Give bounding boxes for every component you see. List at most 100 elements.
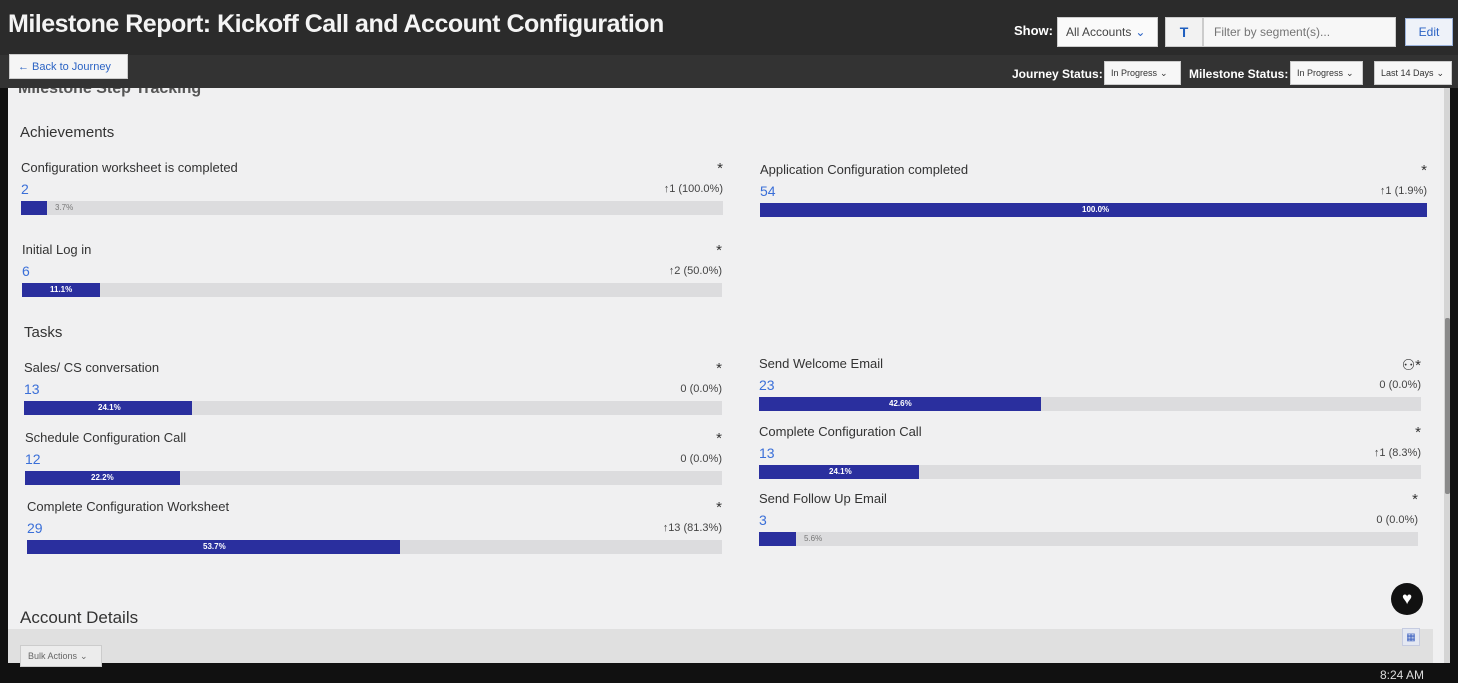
metric-card[interactable]: Sales/ CS conversation * 13 0 (0.0%) 24.… xyxy=(24,360,722,420)
chevron-down-icon: ⌄ xyxy=(1160,67,1168,78)
metric-label: Initial Log in xyxy=(22,242,92,257)
progress-track: 5.6% xyxy=(759,532,1418,546)
metric-value[interactable]: 13 xyxy=(759,445,775,461)
metric-change: 0 (0.0%) xyxy=(1379,379,1421,391)
metric-label: Send Follow Up Email xyxy=(759,491,887,506)
edit-button[interactable]: Edit xyxy=(1405,18,1453,46)
metric-change: 0 (0.0%) xyxy=(1376,514,1418,526)
journey-status-value: In Progress xyxy=(1111,68,1158,78)
show-label: Show: xyxy=(1014,23,1053,38)
accounts-select[interactable]: All Accounts ⌄ xyxy=(1057,17,1158,47)
metric-card[interactable]: Complete Configuration Worksheet * 29 ↑1… xyxy=(27,499,722,559)
filter-button[interactable]: T xyxy=(1165,17,1203,47)
asterisk-icon: * xyxy=(716,499,722,516)
report-content: Milestone Step Tracking Achievements Con… xyxy=(8,88,1444,663)
progress-percent: 3.7% xyxy=(55,203,74,212)
progress-percent: 11.1% xyxy=(50,285,73,294)
scrollbar-thumb[interactable] xyxy=(1445,318,1450,494)
bulk-actions-label: Bulk Actions xyxy=(28,651,78,661)
account-details-heading: Account Details xyxy=(20,608,139,627)
progress-track: 42.6% xyxy=(759,397,1421,411)
date-range-value: Last 14 Days xyxy=(1381,68,1434,78)
metric-card[interactable]: Send Welcome Email ⚇* 23 0 (0.0%) 42.6% xyxy=(759,356,1421,416)
progress-track: 3.7% xyxy=(21,201,723,215)
metric-label: Schedule Configuration Call xyxy=(25,430,187,445)
asterisk-icon: * xyxy=(1415,424,1421,441)
metric-value[interactable]: 2 xyxy=(21,181,29,197)
metric-card[interactable]: Schedule Configuration Call * 12 0 (0.0%… xyxy=(25,430,722,490)
progress-percent: 53.7% xyxy=(203,542,226,551)
progress-track: 24.1% xyxy=(24,401,722,415)
back-to-journey-button[interactable]: ← Back to Journey xyxy=(9,54,128,79)
progress-fill xyxy=(759,532,796,546)
metric-label: Complete Configuration Call xyxy=(759,424,922,439)
progress-fill xyxy=(21,201,47,215)
columns-icon[interactable]: ▦ xyxy=(1402,628,1420,646)
progress-track: 53.7% xyxy=(27,540,722,554)
progress-track: 22.2% xyxy=(25,471,722,485)
progress-percent: 5.6% xyxy=(804,534,823,543)
app-window: Milestone Report: Kickoff Call and Accou… xyxy=(0,0,1458,683)
metric-label: Sales/ CS conversation xyxy=(24,360,160,375)
metric-change: ↑1 (1.9%) xyxy=(1379,185,1427,197)
chevron-down-icon: ⌄ xyxy=(80,650,88,661)
metric-value[interactable]: 13 xyxy=(24,381,40,397)
tasks-heading: Tasks xyxy=(24,324,63,341)
top-header: Milestone Report: Kickoff Call and Accou… xyxy=(0,0,1458,55)
metric-value[interactable]: 23 xyxy=(759,377,775,393)
metric-change: 0 (0.0%) xyxy=(680,383,722,395)
milestone-status-value: In Progress xyxy=(1297,68,1344,78)
asterisk-icon: * xyxy=(717,160,723,177)
bulk-actions-button[interactable]: Bulk Actions ⌄ xyxy=(20,645,102,667)
metric-card[interactable]: Configuration worksheet is completed * 2… xyxy=(21,160,723,220)
asterisk-icon: * xyxy=(716,242,722,259)
metric-value[interactable]: 29 xyxy=(27,520,43,536)
metric-value[interactable]: 12 xyxy=(25,451,41,467)
asterisk-icon: * xyxy=(716,430,722,447)
metric-card[interactable]: Application Configuration completed * 54… xyxy=(760,162,1427,222)
filter-icon: T xyxy=(1179,24,1189,40)
metric-label: Send Welcome Email xyxy=(759,356,884,371)
journey-status-label: Journey Status: xyxy=(1012,67,1103,81)
metric-label: Configuration worksheet is completed xyxy=(21,160,238,175)
heart-icon[interactable]: ♥ xyxy=(1391,583,1423,615)
metric-value[interactable]: 54 xyxy=(760,183,776,199)
metric-change: 0 (0.0%) xyxy=(680,453,722,465)
chevron-down-icon: ⌄ xyxy=(1135,25,1146,39)
asterisk-icon: * xyxy=(1412,491,1418,508)
segment-filter-input[interactable] xyxy=(1203,17,1396,47)
hierarchy-asterisk-icon: ⚇* xyxy=(1401,357,1421,374)
metric-value[interactable]: 3 xyxy=(759,512,767,528)
account-details-toolbar xyxy=(8,629,1433,663)
progress-percent: 24.1% xyxy=(829,467,852,476)
metric-label: Application Configuration completed xyxy=(760,162,969,177)
asterisk-icon: * xyxy=(716,360,722,377)
metric-card[interactable]: Send Follow Up Email * 3 0 (0.0%) 5.6% xyxy=(759,491,1418,551)
metric-change: ↑1 (100.0%) xyxy=(663,183,723,195)
asterisk-icon: * xyxy=(1421,162,1427,179)
metric-value[interactable]: 6 xyxy=(22,263,30,279)
progress-track: 11.1% xyxy=(22,283,722,297)
metric-change: ↑13 (81.3%) xyxy=(662,522,722,534)
progress-track: 24.1% xyxy=(759,465,1421,479)
chevron-down-icon: ⌄ xyxy=(1346,67,1354,78)
chevron-down-icon: ⌄ xyxy=(1436,67,1445,78)
metric-card[interactable]: Complete Configuration Call * 13 ↑1 (8.3… xyxy=(759,424,1421,484)
progress-track: 100.0% xyxy=(760,203,1427,217)
journey-status-select[interactable]: In Progress ⌄ xyxy=(1104,61,1181,85)
progress-percent: 24.1% xyxy=(98,403,121,412)
achievements-heading: Achievements xyxy=(20,124,115,141)
milestone-status-label: Milestone Status: xyxy=(1189,67,1289,81)
metric-change: ↑1 (8.3%) xyxy=(1373,447,1421,459)
metric-change: ↑2 (50.0%) xyxy=(668,265,722,277)
taskbar-clock: 8:24 AM xyxy=(1380,668,1425,682)
progress-percent: 42.6% xyxy=(889,399,912,408)
progress-percent: 22.2% xyxy=(91,473,114,482)
date-range-select[interactable]: Last 14 Days ⌄ xyxy=(1374,61,1452,85)
metric-label: Complete Configuration Worksheet xyxy=(27,499,230,514)
milestone-status-select[interactable]: In Progress ⌄ xyxy=(1290,61,1363,85)
metric-card[interactable]: Initial Log in * 6 ↑2 (50.0%) 11.1% xyxy=(22,242,722,302)
page-title: Milestone Report: Kickoff Call and Accou… xyxy=(8,10,664,38)
progress-percent: 100.0% xyxy=(1082,205,1110,214)
accounts-select-label: All Accounts xyxy=(1066,25,1132,39)
